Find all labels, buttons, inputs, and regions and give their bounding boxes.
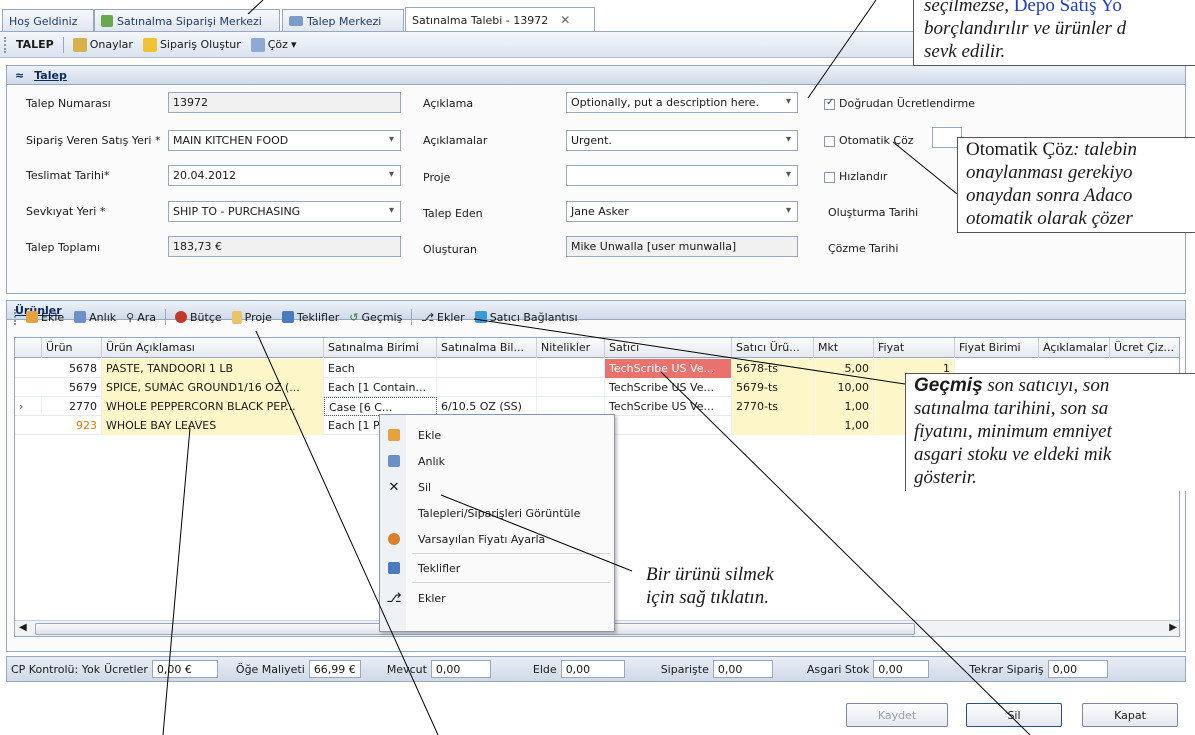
annotation-line [892, 141, 963, 199]
annotation-line [255, 330, 439, 735]
annotation-line [440, 494, 633, 572]
annotation-line [247, 0, 264, 15]
annotation-auto-resolve: Otomatik Çöz: talebin onaylanması gereki… [957, 137, 1195, 233]
annotation-history: Geçmiş son satıcıyı, son satınalma tarih… [905, 373, 1195, 491]
annotation-line [807, 0, 877, 99]
annotation-line [162, 427, 191, 735]
annotation-direct-charge: seçilmezse, Depo Satış Yo borçlandırılır… [913, 0, 1195, 66]
annotation-line [473, 318, 906, 385]
annotation-delete: Bir ürünü silmek için sağ tıklatın. [646, 564, 774, 608]
annotation-lines [162, 0, 1031, 735]
